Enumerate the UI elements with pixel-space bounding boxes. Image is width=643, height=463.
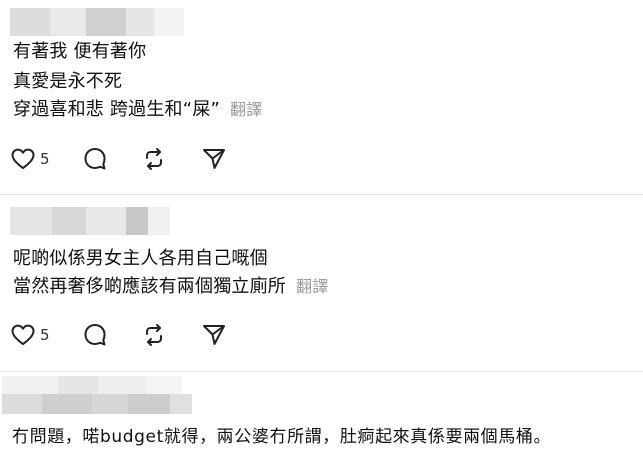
comment-icon bbox=[82, 146, 108, 172]
post-text-last: 當然再奢侈啲應該有兩個獨立廁所 bbox=[13, 276, 286, 297]
translate-link[interactable]: 翻譯 bbox=[296, 277, 328, 296]
post-3: 冇問題，喏budget就得，兩公婆冇所謂，肚痾起來真係要兩個馬桶。 bbox=[0, 372, 643, 463]
post-text-line: 有著我 便有著你 bbox=[13, 41, 147, 62]
post-text-line: 冇問題，喏budget就得，兩公婆冇所謂，肚痾起來真係要兩個馬桶。 bbox=[12, 427, 552, 447]
post-text-last: 穿過喜和悲 跨過生和“屎” bbox=[13, 99, 220, 120]
post-text-line: 穿過喜和悲 跨過生和“屎” 翻譯 bbox=[13, 99, 262, 121]
blurred-username bbox=[10, 8, 184, 36]
comment-button[interactable] bbox=[82, 322, 108, 348]
send-button[interactable] bbox=[201, 322, 227, 348]
send-icon bbox=[201, 146, 227, 172]
comment-icon bbox=[82, 322, 108, 348]
translate-link[interactable]: 翻譯 bbox=[230, 100, 262, 119]
post-1: 有著我 便有著你 真愛是永不死 穿過喜和悲 跨過生和“屎” 翻譯 5 bbox=[0, 0, 643, 194]
blurred-username bbox=[10, 207, 170, 235]
repost-icon bbox=[141, 146, 167, 172]
blurred-username bbox=[2, 376, 182, 394]
heart-icon bbox=[10, 323, 36, 347]
blurred-username bbox=[2, 394, 192, 414]
heart-icon bbox=[10, 147, 36, 171]
like-button[interactable]: 5 bbox=[10, 323, 50, 347]
repost-button[interactable] bbox=[141, 322, 167, 348]
send-button[interactable] bbox=[201, 146, 227, 172]
like-button[interactable]: 5 bbox=[10, 147, 50, 171]
post-text-line: 呢啲似係男女主人各用自己嘅個 bbox=[13, 248, 268, 269]
post-text-line: 真愛是永不死 bbox=[13, 71, 123, 92]
repost-button[interactable] bbox=[141, 146, 167, 172]
like-count: 5 bbox=[40, 150, 50, 168]
action-bar: 5 bbox=[10, 322, 227, 348]
like-count: 5 bbox=[40, 326, 50, 344]
action-bar: 5 bbox=[10, 146, 227, 172]
repost-icon bbox=[141, 322, 167, 348]
post-2: 呢啲似係男女主人各用自己嘅個 當然再奢侈啲應該有兩個獨立廁所 翻譯 5 bbox=[0, 195, 643, 371]
post-text-line: 當然再奢侈啲應該有兩個獨立廁所 翻譯 bbox=[13, 276, 328, 298]
send-icon bbox=[201, 322, 227, 348]
comment-button[interactable] bbox=[82, 146, 108, 172]
